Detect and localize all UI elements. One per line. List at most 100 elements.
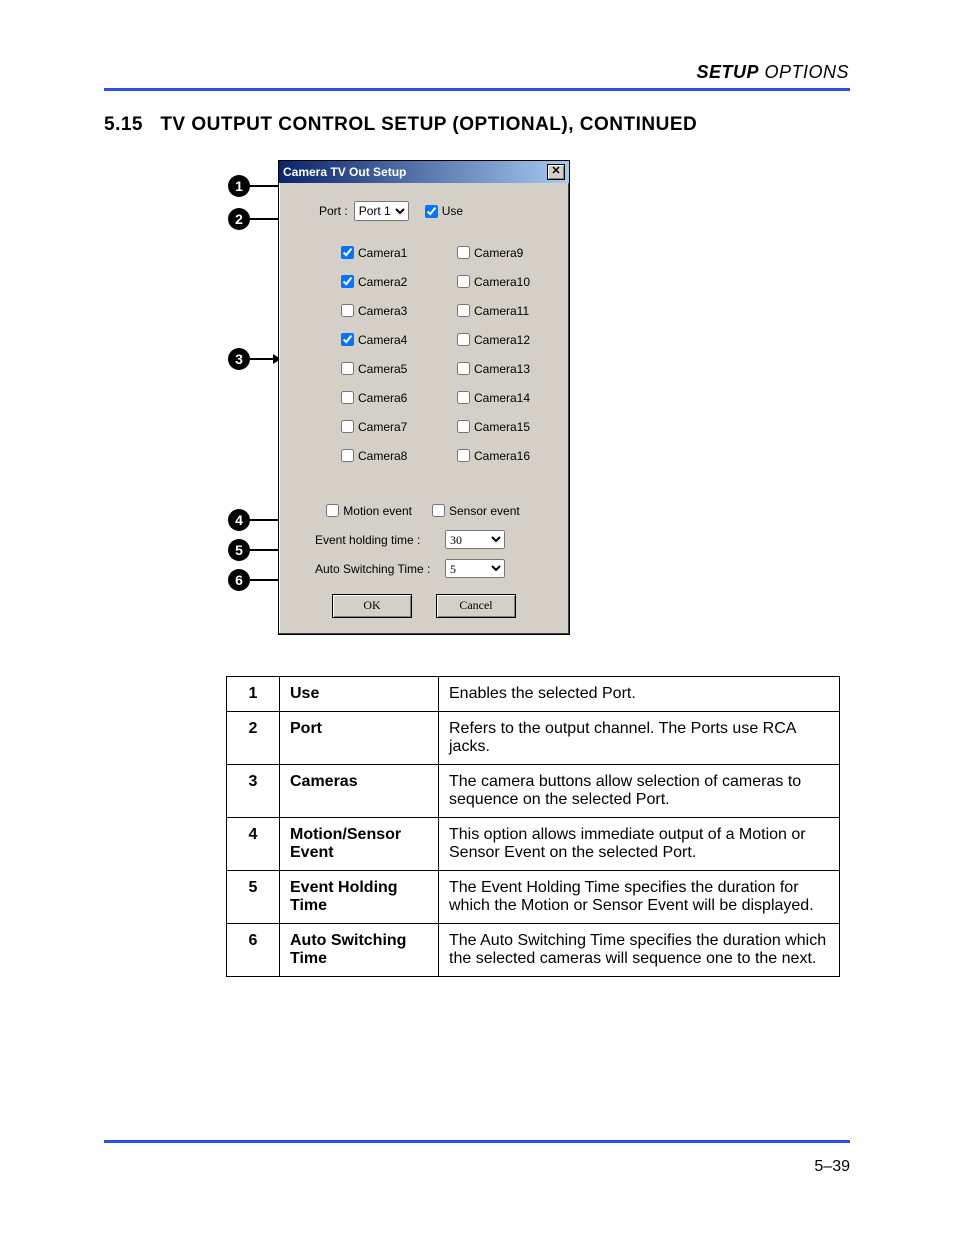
camera-checkbox[interactable]: Camera12 — [453, 330, 545, 349]
dialog-figure: 1 2 3 4 5 6 Camera TV Out Setup ✕ Port :… — [228, 160, 578, 635]
callout-5: 5 — [228, 539, 250, 561]
camera-checkbox-input[interactable] — [457, 362, 470, 375]
auto-switching-time-label: Auto Switching Time : — [315, 561, 435, 577]
camera-checkbox-input[interactable] — [341, 362, 354, 375]
port-label: Port : — [319, 203, 348, 219]
camera-label: Camera16 — [474, 448, 530, 464]
camera-checkbox[interactable]: Camera3 — [337, 301, 429, 320]
table-name: Port — [280, 712, 439, 765]
event-holding-time-select[interactable]: 30 — [445, 530, 505, 549]
camera-checkbox[interactable]: Camera7 — [337, 417, 429, 436]
close-button[interactable]: ✕ — [547, 164, 565, 180]
table-desc: Refers to the output channel. The Ports … — [439, 712, 840, 765]
use-label: Use — [442, 203, 463, 219]
camera-label: Camera12 — [474, 332, 530, 348]
camera-label: Camera3 — [358, 303, 407, 319]
camera-checkbox[interactable]: Camera15 — [453, 417, 545, 436]
port-select[interactable]: Port 1 — [354, 201, 409, 221]
page-number: 5–39 — [814, 1158, 850, 1176]
dialog-title: Camera TV Out Setup — [283, 161, 406, 183]
ok-button[interactable]: OK — [332, 594, 412, 618]
table-desc: Enables the selected Port. — [439, 677, 840, 712]
header-bold: SETUP — [696, 62, 759, 82]
sensor-event-checkbox[interactable]: Sensor event — [428, 501, 520, 520]
camera-label: Camera6 — [358, 390, 407, 406]
use-checkbox[interactable]: Use — [421, 202, 463, 221]
description-table: 1UseEnables the selected Port.2PortRefer… — [226, 676, 840, 977]
table-index: 4 — [227, 818, 280, 871]
bottom-rule — [104, 1140, 850, 1143]
camera-label: Camera8 — [358, 448, 407, 464]
table-name: Event Holding Time — [280, 871, 439, 924]
callout-4: 4 — [228, 509, 250, 531]
cancel-button[interactable]: Cancel — [436, 594, 516, 618]
top-rule — [104, 88, 850, 91]
camera-checkbox-input[interactable] — [341, 304, 354, 317]
table-name: Cameras — [280, 765, 439, 818]
table-desc: This option allows immediate output of a… — [439, 818, 840, 871]
camera-label: Camera11 — [474, 303, 529, 319]
camera-checkbox[interactable]: Camera9 — [453, 243, 545, 262]
table-index: 2 — [227, 712, 280, 765]
camera-checkbox-input[interactable] — [457, 333, 470, 346]
motion-event-label: Motion event — [343, 503, 412, 519]
camera-checkbox[interactable]: Camera8 — [337, 446, 429, 465]
table-row: 2PortRefers to the output channel. The P… — [227, 712, 840, 765]
dialog-body: Port : Port 1 Use Camera1 Camera9 Camera2 C… — [279, 183, 569, 624]
table-row: 3CamerasThe camera buttons allow selecti… — [227, 765, 840, 818]
camera-checkbox-input[interactable] — [457, 246, 470, 259]
camera-checkbox-input[interactable] — [457, 275, 470, 288]
use-checkbox-input[interactable] — [425, 205, 438, 218]
dialog-titlebar: Camera TV Out Setup ✕ — [279, 161, 569, 183]
camera-checkbox-input[interactable] — [341, 275, 354, 288]
camera-checkbox-input[interactable] — [341, 333, 354, 346]
camera-checkbox[interactable]: Camera4 — [337, 330, 429, 349]
callout-1: 1 — [228, 175, 250, 197]
callout-3: 3 — [228, 348, 250, 370]
camera-checkbox[interactable]: Camera5 — [337, 359, 429, 378]
camera-checkbox[interactable]: Camera14 — [453, 388, 545, 407]
sensor-event-input[interactable] — [432, 504, 445, 517]
camera-checkbox-input[interactable] — [341, 449, 354, 462]
auto-switching-time-select[interactable]: 5 — [445, 559, 505, 578]
camera-label: Camera7 — [358, 419, 407, 435]
camera-label: Camera1 — [358, 245, 407, 261]
page-header: SETUP OPTIONS — [696, 62, 849, 83]
sensor-event-label: Sensor event — [449, 503, 520, 519]
camera-checkbox[interactable]: Camera13 — [453, 359, 545, 378]
header-italic: OPTIONS — [759, 62, 849, 82]
motion-event-input[interactable] — [326, 504, 339, 517]
camera-label: Camera13 — [474, 361, 530, 377]
table-index: 6 — [227, 924, 280, 977]
camera-checkbox-input[interactable] — [457, 391, 470, 404]
callout-3-arrow — [250, 358, 280, 360]
table-index: 1 — [227, 677, 280, 712]
camera-label: Camera2 — [358, 274, 407, 290]
camera-checkbox[interactable]: Camera16 — [453, 446, 545, 465]
camera-checkbox-input[interactable] — [457, 449, 470, 462]
table-name: Motion/Sensor Event — [280, 818, 439, 871]
camera-checkbox-input[interactable] — [341, 391, 354, 404]
table-row: 5Event Holding TimeThe Event Holding Tim… — [227, 871, 840, 924]
close-icon: ✕ — [551, 165, 560, 177]
callout-6: 6 — [228, 569, 250, 591]
camera-checkbox[interactable]: Camera11 — [453, 301, 545, 320]
event-holding-time-label: Event holding time : — [315, 532, 435, 548]
camera-checkbox-input[interactable] — [341, 246, 354, 259]
camera-label: Camera14 — [474, 390, 530, 406]
table-row: 4Motion/Sensor EventThis option allows i… — [227, 818, 840, 871]
camera-checkbox-input[interactable] — [457, 304, 470, 317]
section-number: 5.15 — [104, 114, 143, 135]
camera-label: Camera10 — [474, 274, 530, 290]
camera-checkbox[interactable]: Camera10 — [453, 272, 545, 291]
camera-label: Camera15 — [474, 419, 530, 435]
camera-checkbox-input[interactable] — [457, 420, 470, 433]
callout-2: 2 — [228, 208, 250, 230]
table-name: Auto Switching Time — [280, 924, 439, 977]
motion-event-checkbox[interactable]: Motion event — [322, 501, 412, 520]
camera-checkbox-input[interactable] — [341, 420, 354, 433]
table-name: Use — [280, 677, 439, 712]
camera-checkbox[interactable]: Camera2 — [337, 272, 429, 291]
camera-checkbox[interactable]: Camera6 — [337, 388, 429, 407]
camera-checkbox[interactable]: Camera1 — [337, 243, 429, 262]
